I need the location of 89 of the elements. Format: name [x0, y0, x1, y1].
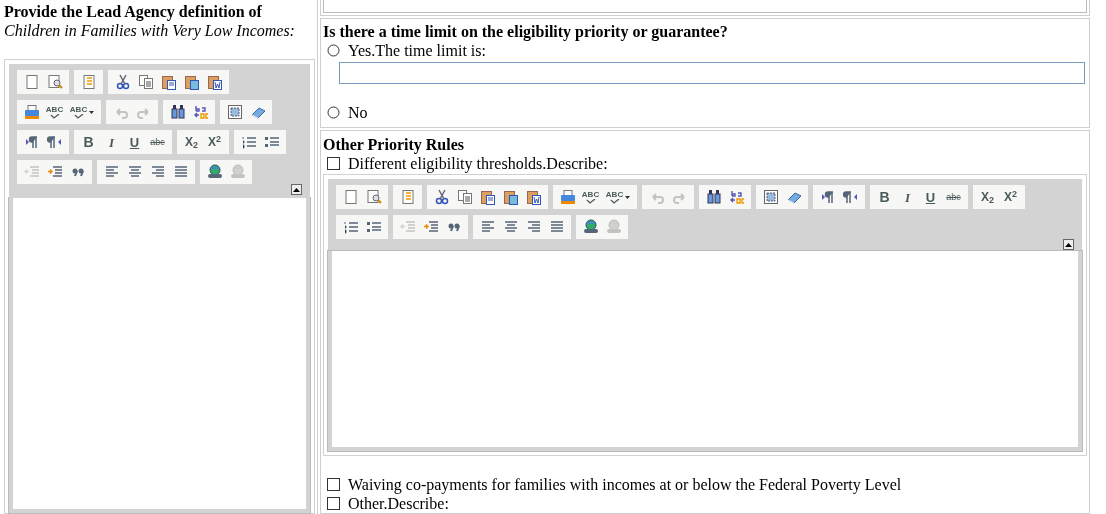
text-field[interactable]: [339, 62, 1085, 84]
radio-button[interactable]: [327, 106, 340, 119]
blank-page-icon: [23, 74, 40, 90]
pilcrow-icon: [842, 189, 859, 205]
dashed-square-icon: [226, 104, 243, 120]
toolbar-button[interactable]: ABC: [602, 186, 634, 208]
numbered-list-icon: [342, 219, 359, 235]
globe-icon: [206, 164, 223, 180]
clipboard-icon: [183, 74, 200, 90]
justify-icon: [548, 219, 565, 235]
toolbar-button[interactable]: ABC: [66, 101, 98, 123]
check-icon: [585, 198, 596, 204]
dashed-square-icon: [762, 189, 779, 205]
indent-icon: [422, 219, 439, 235]
indent-icon: [46, 164, 63, 180]
copy-icon: [456, 189, 473, 205]
magnifier-page-icon: [46, 74, 63, 90]
toolbar-button[interactable]: I: [100, 131, 123, 153]
option-label: Yes.The time limit is:: [348, 41, 486, 60]
blank-page-icon: [342, 189, 359, 205]
checkbox[interactable]: [327, 157, 340, 170]
align-right-icon: [149, 164, 166, 180]
clipboard-icon: [525, 189, 542, 205]
clipboard-icon: [502, 189, 519, 205]
question-heading: Provide the Lead Agency definition of: [4, 2, 263, 21]
question-subheading: Children in Families with Very Low Incomes:: [4, 21, 296, 40]
checkbox[interactable]: [327, 497, 340, 510]
scissors-icon: [433, 189, 450, 205]
option-label: Other.Describe:: [348, 494, 449, 513]
collapse-toolbar-button[interactable]: [1063, 239, 1074, 250]
outdent-icon: [23, 164, 40, 180]
question-label: Is there a time limit on the eligibility priority or guarantee?: [323, 22, 729, 41]
globe-icon: [582, 219, 599, 235]
document-icon: [399, 189, 416, 205]
toolbar-button[interactable]: U: [123, 131, 146, 153]
scissors-icon: [114, 74, 131, 90]
checkbox[interactable]: [327, 478, 340, 491]
collapse-toolbar-button[interactable]: [291, 184, 302, 195]
option-label: Different eligibility thresholds.Describe:: [348, 154, 608, 173]
align-left-icon: [479, 219, 496, 235]
toolbar-button[interactable]: B: [873, 186, 896, 208]
outdent-icon: [399, 219, 416, 235]
toolbar-button[interactable]: X$_{2}$: [976, 186, 999, 208]
toolbar-button[interactable]: X$^{2}$: [999, 186, 1022, 208]
toolbar-button[interactable]: X$_{2}$: [180, 131, 203, 153]
check-icon: [73, 113, 84, 119]
replace-icon: [728, 189, 745, 205]
clipboard-icon: [206, 74, 223, 90]
bullet-list-icon: [365, 219, 382, 235]
justify-icon: [172, 164, 189, 180]
align-left-icon: [103, 164, 120, 180]
toolbar-button[interactable]: I: [896, 186, 919, 208]
toolbar-button[interactable]: X$^{2}$: [203, 131, 226, 153]
up-triangle-icon: [1065, 242, 1072, 247]
toolbar-button[interactable]: B: [77, 131, 100, 153]
printer-icon: [559, 189, 576, 205]
binoculars-icon: [705, 189, 722, 205]
up-triangle-icon: [293, 187, 300, 192]
check-icon: [609, 198, 620, 204]
magnifier-page-icon: [365, 189, 382, 205]
option-label: No: [348, 103, 368, 122]
globe-icon: [605, 219, 622, 235]
clipboard-icon: [479, 189, 496, 205]
radio-button[interactable]: [327, 44, 340, 57]
option-label: Waiving co-payments for families with incomes at or below the Federal Poverty Level: [348, 475, 902, 494]
align-center-icon: [126, 164, 143, 180]
toolbar-button[interactable]: U: [919, 186, 942, 208]
copy-icon: [137, 74, 154, 90]
toolbar-button[interactable]: ABC: [43, 101, 66, 123]
toolbar-button[interactable]: abc: [942, 186, 965, 208]
section-title: Other Priority Rules: [323, 135, 465, 154]
pilcrow-icon: [23, 134, 40, 150]
align-center-icon: [502, 219, 519, 235]
toolbar-button[interactable]: abc: [146, 131, 169, 153]
toolbar-button[interactable]: ABC: [579, 186, 602, 208]
clipboard-icon: [160, 74, 177, 90]
pilcrow-icon: [46, 134, 63, 150]
align-right-icon: [525, 219, 542, 235]
bullet-list-icon: [263, 134, 280, 150]
pilcrow-icon: [819, 189, 836, 205]
document-icon: [80, 74, 97, 90]
numbered-list-icon: [240, 134, 257, 150]
globe-icon: [229, 164, 246, 180]
replace-icon: [192, 104, 209, 120]
printer-icon: [23, 104, 40, 120]
caret-icon: [625, 195, 631, 199]
caret-icon: [89, 110, 95, 114]
binoculars-icon: [169, 104, 186, 120]
check-icon: [49, 113, 60, 119]
